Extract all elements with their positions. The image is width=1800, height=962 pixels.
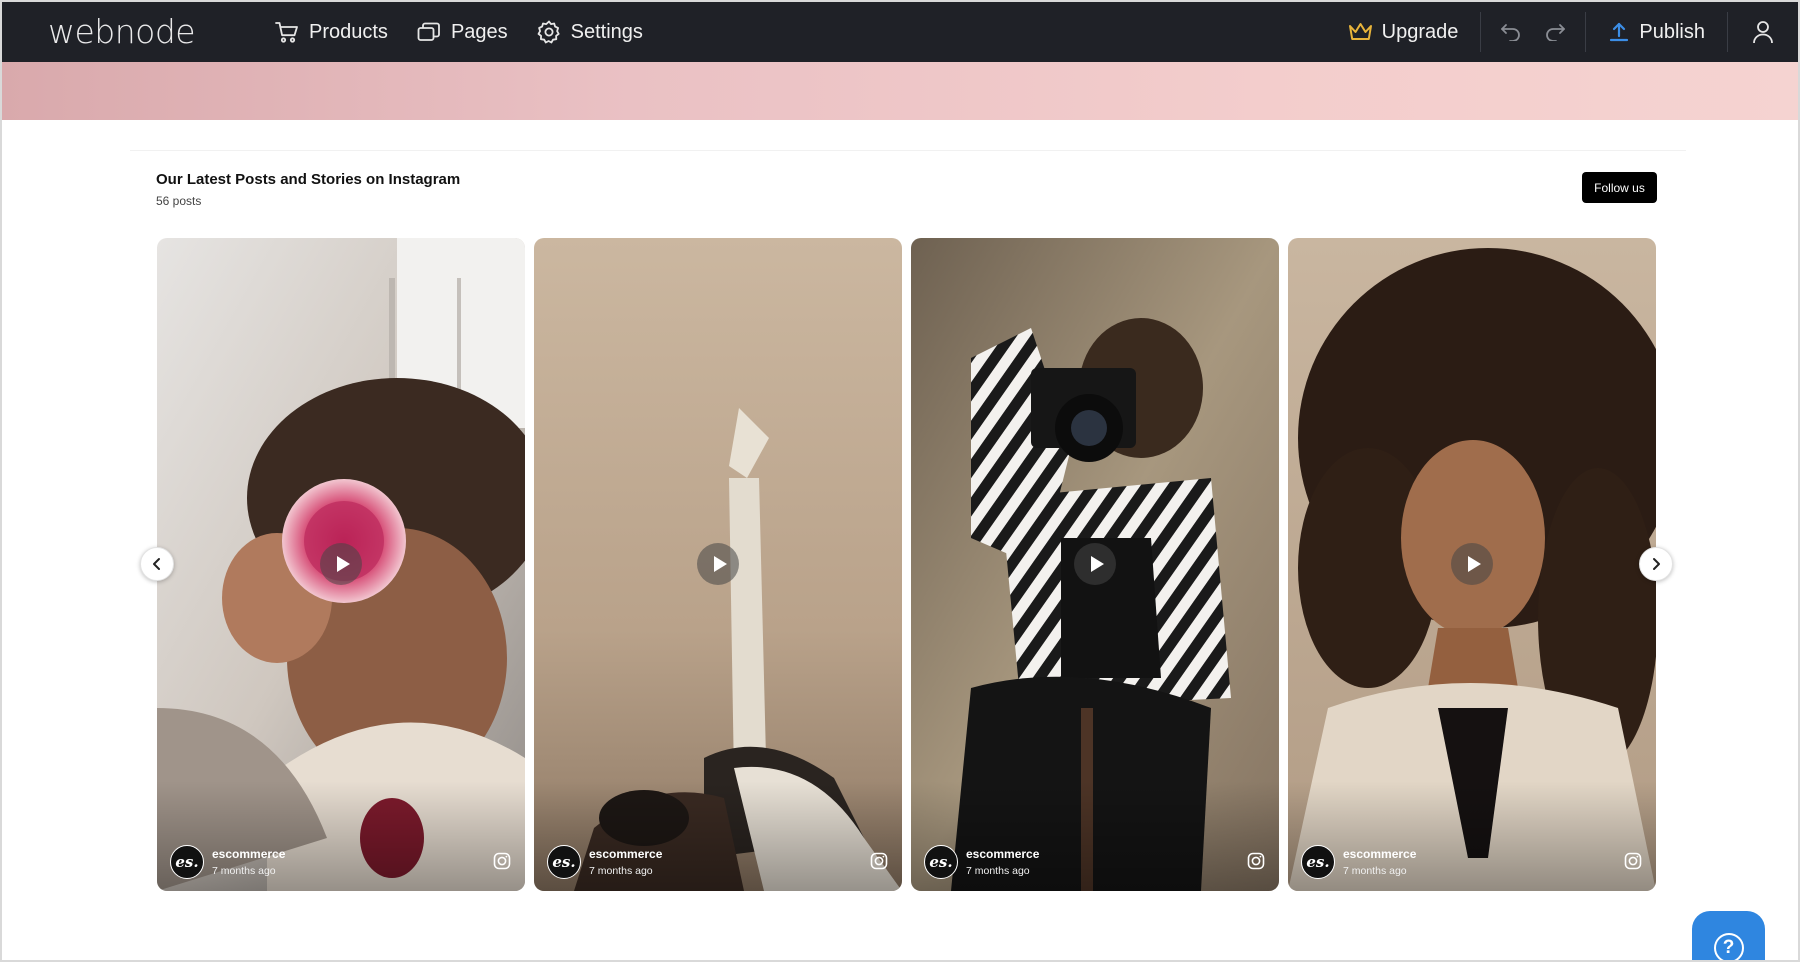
post-timestamp: 7 months ago xyxy=(212,865,276,877)
post-timestamp: 7 months ago xyxy=(966,865,1030,877)
crown-icon xyxy=(1348,23,1372,40)
post-timestamp: 7 months ago xyxy=(1343,865,1407,877)
nav-settings[interactable]: Settings xyxy=(536,19,643,45)
instagram-post-card[interactable]: es. escommerce 7 months ago xyxy=(911,238,1279,891)
nav-pages[interactable]: Pages xyxy=(416,19,508,45)
play-button[interactable] xyxy=(320,543,362,585)
avatar: es. xyxy=(170,845,204,879)
post-username: escommerce xyxy=(212,847,286,861)
upgrade-label: Upgrade xyxy=(1381,20,1459,43)
post-username: escommerce xyxy=(589,847,663,861)
publish-button[interactable]: Publish xyxy=(1586,2,1727,62)
instagram-post-card[interactable]: es. escommerce 7 months ago xyxy=(534,238,902,891)
play-button[interactable] xyxy=(1451,543,1493,585)
help-button[interactable]: ? xyxy=(1692,911,1765,962)
publish-label: Publish xyxy=(1639,20,1705,43)
nav-products[interactable]: Products xyxy=(274,19,388,45)
feed-title: Our Latest Posts and Stories on Instagra… xyxy=(156,171,461,188)
instagram-post-card[interactable]: es. escommerce 7 months ago xyxy=(157,238,525,891)
account-button[interactable] xyxy=(1728,2,1798,62)
pages-icon xyxy=(417,22,440,41)
upload-icon xyxy=(1610,22,1629,42)
cart-icon xyxy=(275,22,298,43)
instagram-icon[interactable] xyxy=(1624,852,1642,870)
toolbar-actions: Upgrade Publish xyxy=(1326,2,1798,62)
nav-settings-label: Settings xyxy=(570,20,643,43)
carousel-prev-button[interactable] xyxy=(140,547,174,581)
hero-banner-strip xyxy=(2,62,1798,120)
user-icon xyxy=(1753,21,1773,44)
main-nav: Products Pages Settings xyxy=(274,2,643,62)
section-divider xyxy=(130,150,1686,151)
post-username: escommerce xyxy=(966,847,1040,861)
follow-us-button[interactable]: Follow us xyxy=(1582,172,1657,203)
nav-products-label: Products xyxy=(309,20,388,43)
webnode-logo[interactable]: webnode xyxy=(48,12,196,51)
instagram-icon[interactable] xyxy=(870,852,888,870)
upgrade-button[interactable]: Upgrade xyxy=(1326,2,1481,62)
undo-icon xyxy=(1501,24,1521,41)
post-timestamp: 7 months ago xyxy=(589,865,653,877)
instagram-icon[interactable] xyxy=(1247,852,1265,870)
instagram-post-card[interactable]: es. escommerce 7 months ago xyxy=(1288,238,1656,891)
play-button[interactable] xyxy=(1074,543,1116,585)
avatar: es. xyxy=(924,845,958,879)
feed-post-count: 56 posts xyxy=(156,194,202,208)
avatar: es. xyxy=(1301,845,1335,879)
avatar: es. xyxy=(547,845,581,879)
play-button[interactable] xyxy=(697,543,739,585)
post-username: escommerce xyxy=(1343,847,1417,861)
instagram-icon[interactable] xyxy=(493,852,511,870)
nav-pages-label: Pages xyxy=(450,20,508,43)
redo-icon xyxy=(1546,24,1566,41)
editor-toolbar: webnode Products Pages Settings Upgrade … xyxy=(2,2,1798,62)
redo-button[interactable] xyxy=(1533,2,1577,62)
gear-icon xyxy=(537,20,560,44)
undo-button[interactable] xyxy=(1489,2,1533,62)
carousel-next-button[interactable] xyxy=(1639,547,1673,581)
toolbar-divider xyxy=(1480,12,1482,52)
help-icon: ? xyxy=(1713,933,1744,962)
chevron-left-icon xyxy=(153,558,160,570)
chevron-right-icon xyxy=(1653,558,1660,570)
